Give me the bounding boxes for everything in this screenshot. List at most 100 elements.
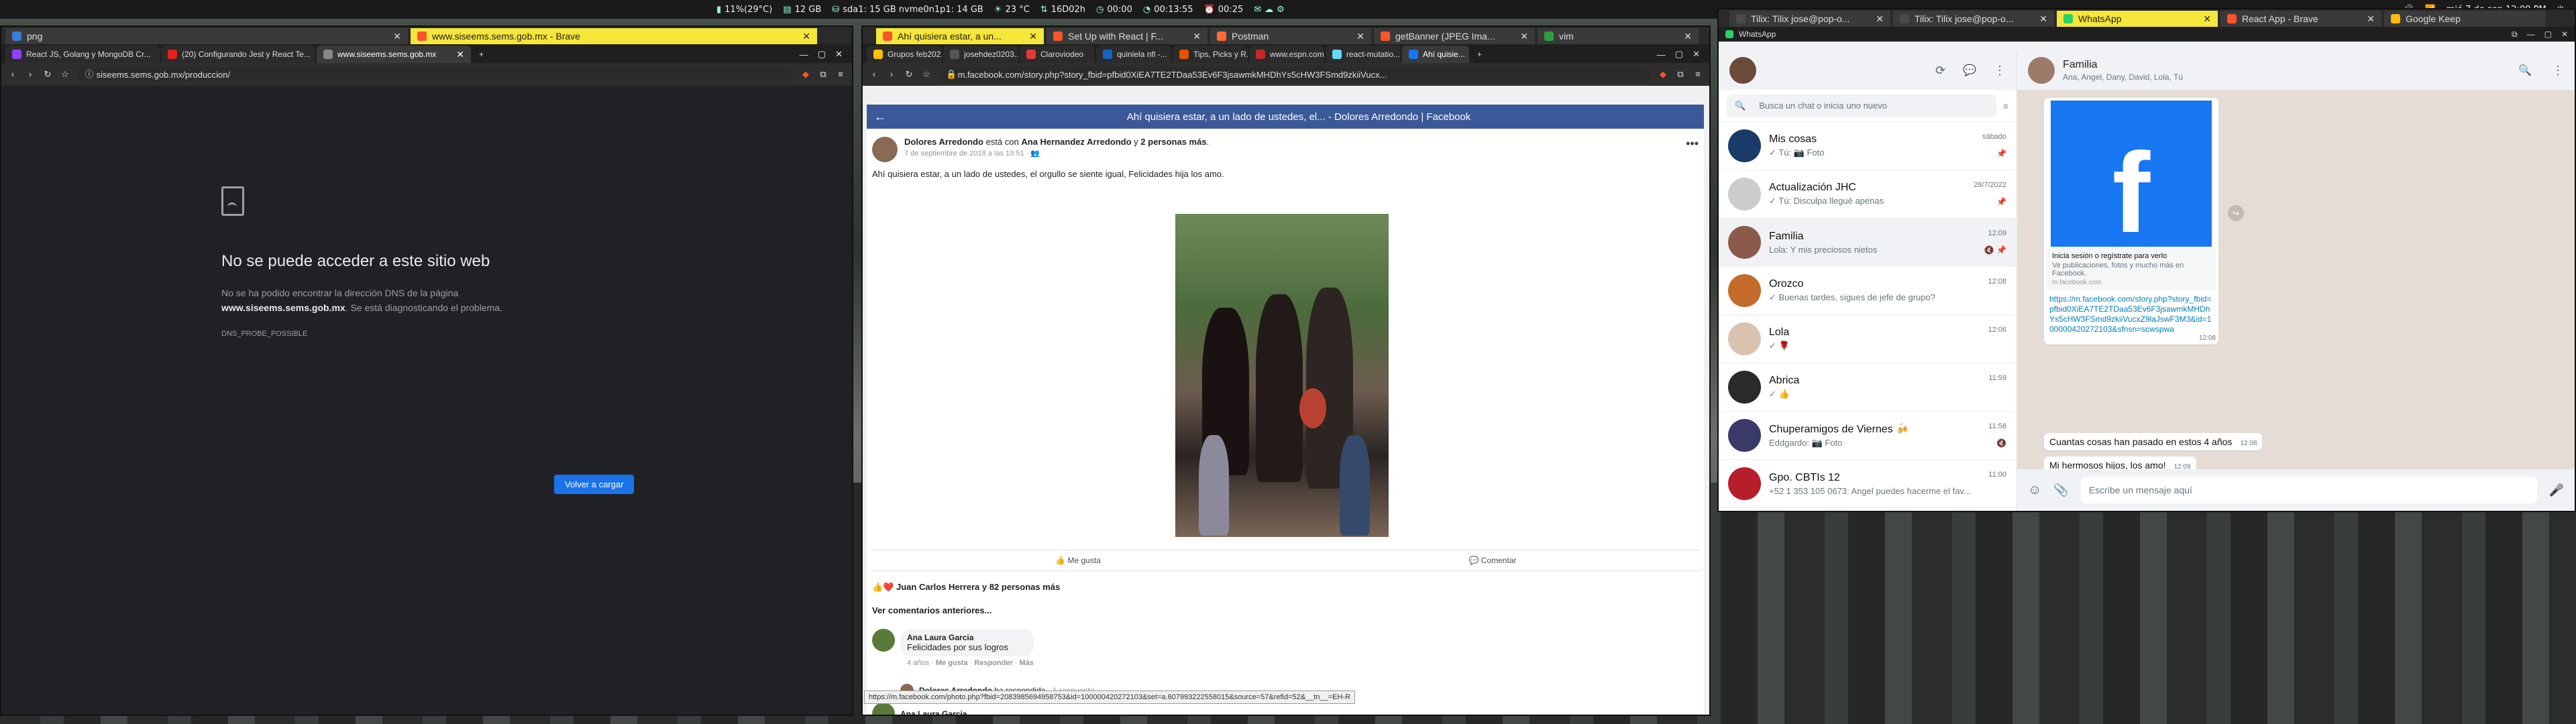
menu-icon[interactable]: ≡ <box>1693 70 1703 79</box>
chat-item[interactable]: Gpo. CBTIs 12 +52 1 353 105 0673: Angel p… <box>1719 460 2017 508</box>
close-icon[interactable]: ✕ <box>1193 31 1201 42</box>
back-arrow-icon[interactable]: ← <box>867 110 894 124</box>
new-chat-icon[interactable]: 💬 <box>1963 64 1976 77</box>
close-window-icon[interactable]: ✕ <box>835 49 843 60</box>
comment-button[interactable]: 💬 Comentar <box>1285 556 1700 565</box>
facebook-logo-preview[interactable]: f <box>2051 101 2212 247</box>
reload-button[interactable]: Volver a cargar <box>554 475 635 494</box>
tab-facebook[interactable]: Ahí quisie... <box>1402 46 1469 63</box>
minimize-icon[interactable]: — <box>1657 50 1666 60</box>
close-icon[interactable]: ✕ <box>2203 13 2211 25</box>
post-date[interactable]: 7 de septiembre de 2018 a las 19:51 · 👥 <box>904 149 1209 158</box>
view-previous-comments-link[interactable]: Ver comentarios anteriores... <box>872 605 991 615</box>
forward-icon[interactable]: ↪ <box>2228 205 2244 221</box>
title-tab-getbanner[interactable]: getBanner (JPEG Ima... ✕ <box>1374 28 1535 44</box>
chat-item[interactable]: Familia Lola: Y mis preciosos nietos 12:09… <box>1719 219 2017 267</box>
search-icon[interactable]: 🔍 <box>2518 64 2532 77</box>
my-avatar[interactable] <box>1729 57 1756 84</box>
chat-item[interactable]: Chuperamigos de Viernes 🍻 Eddgardo: 📷 Fot… <box>1719 412 2017 460</box>
link-preview-card[interactable]: Inicia sesión o regístrate para verlo Ve… <box>2047 248 2216 290</box>
conversation-title[interactable]: Familia Ana, Angel, Dany, David, Lola, Tú <box>2063 59 2183 82</box>
filter-icon[interactable]: ≡ <box>2003 101 2008 111</box>
message-input[interactable]: Escribe un mensaje aquí <box>2080 477 2537 503</box>
bookmark-icon[interactable]: ☆ <box>922 70 931 79</box>
new-tab-button[interactable]: + <box>1470 46 1489 63</box>
more-options-icon[interactable]: ••• <box>1686 137 1699 162</box>
attach-icon[interactable]: 📎 <box>2053 483 2068 497</box>
chat-item[interactable]: Orozco ✓ Buenas tardes, sigues de jefe de… <box>1719 267 2017 315</box>
tab-siseems[interactable]: www.siseems.sems.gob.mx ✕ <box>317 46 471 63</box>
tab-claro[interactable]: Claroviodeo <box>1020 46 1095 63</box>
emoji-icon[interactable]: ☺ <box>2028 483 2041 498</box>
tagged-person[interactable]: Ana Hernandez Arredondo <box>1021 137 1131 147</box>
tab-josehdez[interactable]: josehdez0203... <box>943 46 1018 63</box>
timer-2[interactable]: ◔ 00:13:55 <box>1143 5 1193 15</box>
microphone-icon[interactable]: 🎤 <box>2549 483 2564 497</box>
chat-item[interactable]: Actualización JHC ✓ Tú: Disculpa llegué a… <box>1719 170 2017 219</box>
back-icon[interactable]: ‹ <box>869 70 879 79</box>
reactions-line[interactable]: 👍❤️ Juan Carlos Herrera y 82 personas má… <box>872 582 1060 593</box>
chat-item[interactable]: Mis cosas ✓ Tú: 📷 Foto sábado 📌 <box>1719 122 2017 170</box>
reload-icon[interactable]: ↻ <box>43 70 52 79</box>
brave-shield-icon[interactable]: ◆ <box>801 70 810 79</box>
minimize-icon[interactable]: — <box>800 50 808 60</box>
close-icon[interactable]: ✕ <box>1029 31 1037 42</box>
tray-icons[interactable]: ✉ ☁ ⚙ <box>1254 5 1285 15</box>
close-icon[interactable]: ✕ <box>2039 13 2047 25</box>
menu-dots-icon[interactable]: ⋮ <box>2552 64 2564 78</box>
extension-icon[interactable]: ⧉ <box>2512 29 2518 40</box>
commenter-avatar[interactable] <box>872 629 895 652</box>
title-tab-tilix-2[interactable]: Tilix: Tilix jose@pop-o... ✕ <box>1893 11 2054 27</box>
title-tab-facebook[interactable]: Ahí quisiera estar, a un... ✕ <box>876 28 1044 44</box>
url-field[interactable]: ⓘ siseems.sems.gob.mx/produccion/ <box>78 66 793 82</box>
brave-shield-icon[interactable]: ◆ <box>1658 70 1668 79</box>
title-tab-google-keep[interactable]: Google Keep <box>2384 11 2545 27</box>
tab-react-golang[interactable]: React JS, Golang y MongoDB Cr... <box>5 46 160 63</box>
close-window-icon[interactable]: ✕ <box>1693 49 1700 60</box>
maximize-icon[interactable]: ▢ <box>2544 29 2552 40</box>
title-tab-postman[interactable]: Postman ✕ <box>1210 28 1371 44</box>
comment-like-button[interactable]: Me gusta <box>936 659 968 667</box>
close-icon[interactable]: ✕ <box>393 31 401 42</box>
bookmark-icon[interactable]: ☆ <box>60 70 70 79</box>
title-tab-png[interactable]: png ✕ <box>5 28 408 44</box>
group-avatar[interactable] <box>2028 57 2055 84</box>
close-icon[interactable]: ✕ <box>802 31 810 42</box>
tab-quiniela[interactable]: quiniela nfl -... <box>1096 46 1171 63</box>
tab-grupos[interactable]: Grupos feb202... <box>867 46 942 63</box>
extension-icon[interactable]: ⧉ <box>1676 70 1685 79</box>
close-icon[interactable]: ✕ <box>1520 31 1528 42</box>
forward-icon[interactable]: › <box>887 70 896 79</box>
title-tab-react-setup[interactable]: Set Up with React | F... ✕ <box>1046 28 1208 44</box>
maximize-icon[interactable]: ▢ <box>1675 49 1683 60</box>
comment-author[interactable]: Ana Laura Garcia <box>900 709 967 715</box>
timer-3[interactable]: ⏰ 00:25 <box>1204 5 1244 15</box>
close-icon[interactable]: ✕ <box>2367 13 2375 25</box>
tagged-others[interactable]: 2 personas más <box>1140 137 1206 147</box>
comment-more-button[interactable]: Más <box>1020 659 1034 667</box>
chat-item[interactable]: Abrica ✓ 👍 11:59 <box>1719 363 2017 412</box>
author-avatar[interactable] <box>872 137 898 162</box>
reload-icon[interactable]: ↻ <box>904 70 914 79</box>
back-icon[interactable]: ‹ <box>8 70 17 79</box>
tab-jest[interactable]: (20) Configurando Jest y React Te... <box>161 46 315 63</box>
close-window-icon[interactable]: ✕ <box>2561 29 2568 40</box>
comment-author[interactable]: Ana Laura Garcia <box>907 633 1027 642</box>
link-url[interactable]: https://m.facebook.com/story.php?story_f… <box>2047 290 2216 335</box>
title-tab-vim[interactable]: vim ✕ <box>1538 28 1699 44</box>
comment-reply-button[interactable]: Responder <box>974 659 1012 667</box>
search-input[interactable]: 🔍 Busca un chat o inicia uno nuevo <box>1727 94 1996 117</box>
title-tab-whatsapp[interactable]: WhatsApp ✕ <box>2057 11 2218 27</box>
minimize-icon[interactable]: — <box>2527 29 2535 40</box>
close-icon[interactable]: ✕ <box>1684 31 1692 42</box>
title-tab-react-app[interactable]: React App - Brave ✕ <box>2220 11 2381 27</box>
close-icon[interactable]: ✕ <box>1356 31 1364 42</box>
new-tab-button[interactable]: + <box>472 46 490 63</box>
chat-item[interactable]: Lola ✓ 🌹 12:06 <box>1719 315 2017 363</box>
timer-1[interactable]: ◷ 00:00 <box>1096 5 1132 15</box>
menu-icon[interactable]: ≡ <box>836 70 845 79</box>
maximize-icon[interactable]: ▢ <box>818 49 826 60</box>
forward-icon[interactable]: › <box>25 70 35 79</box>
message-bubble[interactable]: Cuantas cosas han pasado en estos 4 años… <box>2044 433 2263 450</box>
url-field[interactable]: 🔒 m.facebook.com/story.php?story_fbid=pf… <box>939 66 1650 82</box>
